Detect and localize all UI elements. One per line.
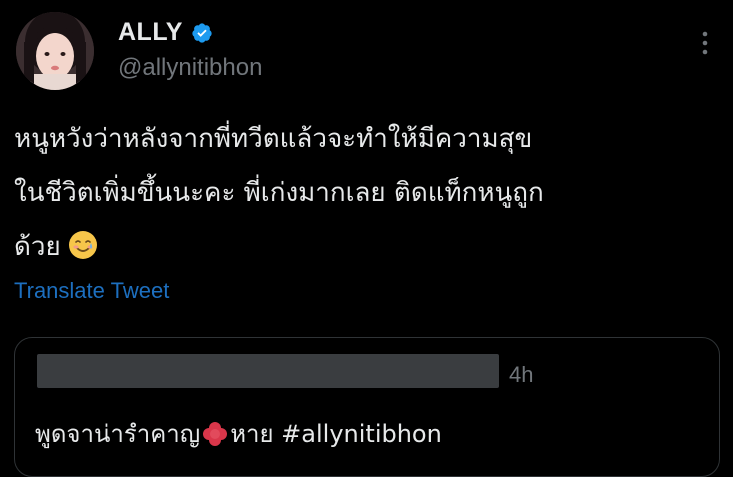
tweet-line-text: ด้วย xyxy=(14,232,61,262)
user-handle[interactable]: @allynitibhon xyxy=(118,54,262,82)
redacted-author-bar xyxy=(37,354,499,388)
tweet-text: หนูหวังว่าหลังจากพี่ทวีตแล้วจะทำให้มีควา… xyxy=(14,112,719,274)
more-options-icon[interactable] xyxy=(697,28,713,58)
avatar[interactable] xyxy=(16,12,94,90)
quoted-tweet[interactable]: 4h พูดจาน่ารำคาญ หาย #allynitibhon xyxy=(14,337,720,477)
smiling-face-with-tear-icon xyxy=(67,226,99,259)
verified-badge-icon xyxy=(191,22,213,44)
tweet-line: หนูหวังว่าหลังจากพี่ทวีตแล้วจะทำให้มีควา… xyxy=(14,124,533,154)
tweet-line: ในชีวิตเพิ่มขึ้นนะคะ พี่เก่งมากเลย ติดแท… xyxy=(14,178,544,208)
tweet-line-last: ด้วย xyxy=(14,220,719,274)
quoted-tweet-text: พูดจาน่ารำคาญ หาย #allynitibhon xyxy=(35,414,442,453)
quoted-text-after: หาย #allynitibhon xyxy=(230,420,442,448)
censor-blob-icon xyxy=(200,419,230,449)
name-row: ALLY xyxy=(118,18,213,47)
quoted-text-before: พูดจาน่ารำคาญ xyxy=(35,420,201,448)
translate-tweet-link[interactable]: Translate Tweet xyxy=(14,278,169,304)
quoted-timestamp[interactable]: 4h xyxy=(509,362,533,388)
tweet-header: ALLY @allynitibhon xyxy=(14,10,719,92)
avatar-image xyxy=(16,12,94,90)
display-name[interactable]: ALLY xyxy=(118,18,183,47)
